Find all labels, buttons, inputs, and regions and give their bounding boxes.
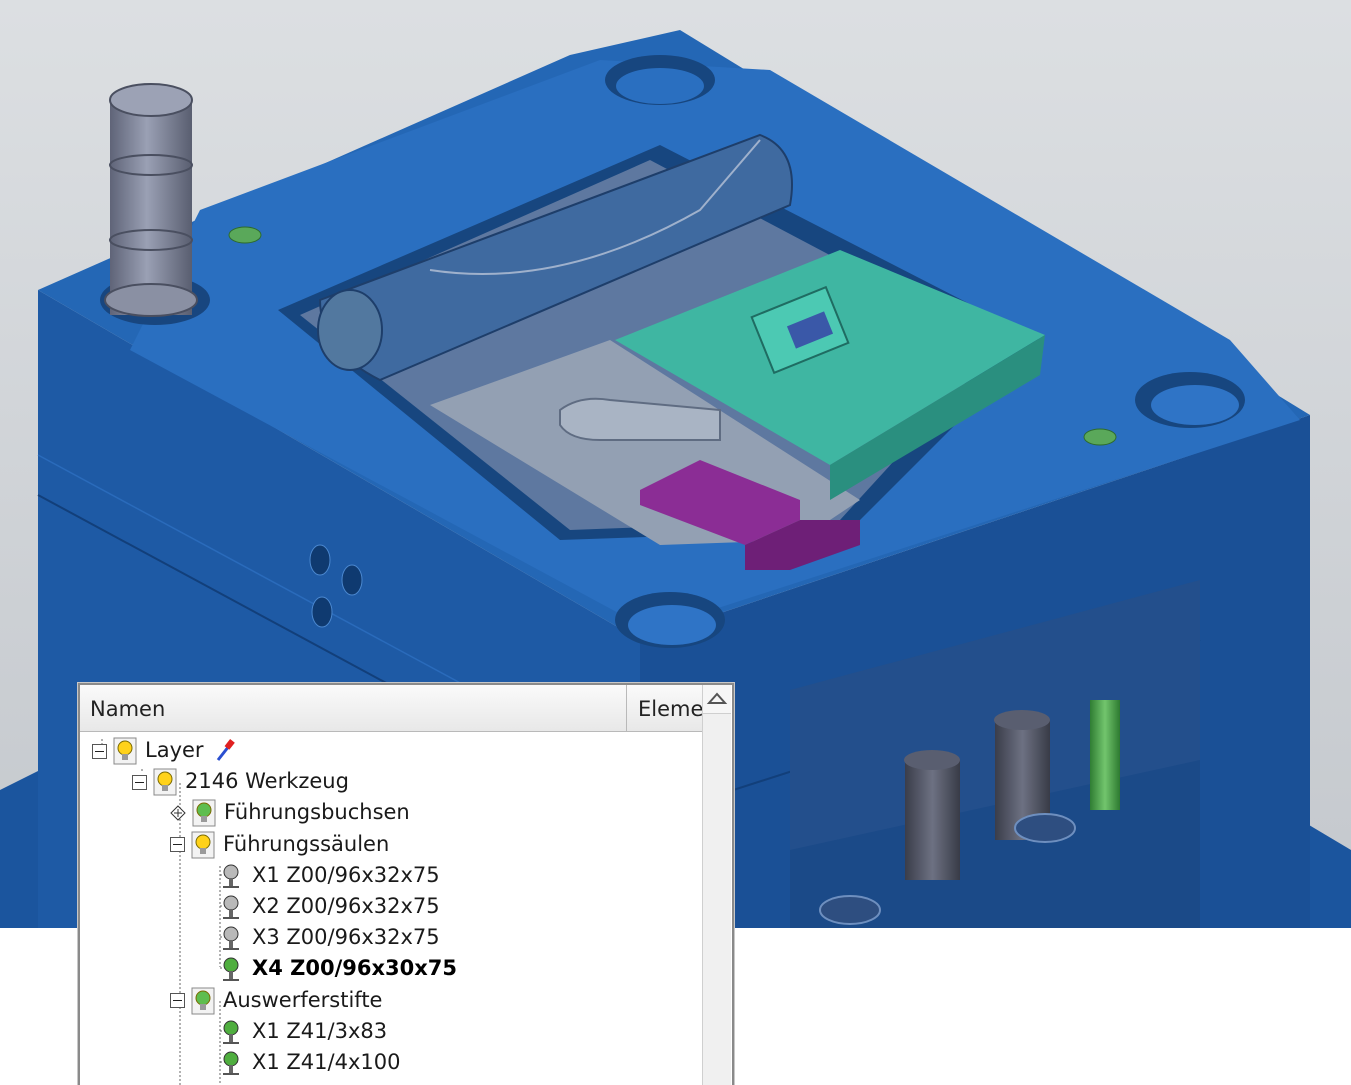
return-pin [1090,700,1120,810]
scroll-up-button[interactable] [703,685,731,714]
layer-tree: Layer 2146 Werkzeug Führungsbuchsen Führung… [80,731,702,1085]
tree-item-label: 2146 Werkzeug [185,769,349,794]
pin-green-icon[interactable] [218,1019,252,1044]
tree-item[interactable]: X3 Z00/96x32x75 [210,922,440,953]
tree-item[interactable]: X2 Z00/96x32x75 [210,891,440,922]
chevron-up-icon [706,692,728,704]
collapse-toggle-icon[interactable] [170,837,185,853]
column-header-elements[interactable]: Eleme [628,685,702,731]
guide-pillar [110,100,192,315]
marker-dot [1083,428,1117,446]
pin-gray-icon[interactable] [218,894,252,919]
collapse-toggle-icon[interactable] [170,993,185,1009]
collapse-toggle-icon[interactable] [92,743,107,759]
tree-item[interactable]: Führungssäulen [170,829,389,860]
bulb-green-icon[interactable] [191,987,223,1015]
pin-green-icon[interactable] [218,956,252,982]
tree-item[interactable]: X1 Z41/3x83 [210,1016,387,1047]
tree-item-label: Layer [145,738,204,762]
tree-item[interactable]: 2146 Werkzeug [132,766,349,797]
tree-item-label: X1 Z41/3x83 [252,1018,388,1043]
ejector-rod [905,760,960,880]
pipette-icon[interactable] [204,738,236,762]
pin-gray-icon[interactable] [218,863,252,888]
tree-item-label: X1 Z41/4x100 [252,1050,401,1074]
tree-item-label: Führungssäulen [223,831,390,856]
tree-item[interactable]: X1 Z00/96x32x75 [210,860,440,891]
marker-dot [228,226,262,244]
tree-item-label: Auswerferstifte [223,987,383,1012]
tree-item-label: X4 Z00/96x30x75 [252,956,457,981]
bulb-yellow-icon[interactable] [153,768,185,796]
vertical-scrollbar[interactable] [702,685,731,1085]
tree-header: Namen Eleme [80,685,702,732]
tree-item-label: X1 Z00/96x32x75 [252,862,440,887]
collapse-toggle-icon[interactable] [132,774,147,790]
bulb-yellow-icon[interactable] [113,737,145,765]
tree-item[interactable]: X4 Z00/96x30x75 [210,953,457,984]
bulb-green-icon[interactable] [192,799,224,827]
pin-gray-icon[interactable] [218,925,252,951]
tree-item-label: X2 Z00/96x32x75 [252,894,440,918]
pin-green-icon[interactable] [218,1050,252,1075]
tree-item-label: X3 Z00/96x32x75 [252,925,440,950]
clamp-plate-left [0,770,40,928]
expand-diamond-icon[interactable] [170,800,192,824]
tree-item[interactable]: Layer [92,735,236,766]
tree-item[interactable]: Führungsbuchsen [170,797,410,828]
layer-tree-panel: Namen Eleme Layer 2146 Werkzeug Führungs… [78,683,734,1085]
column-header-names[interactable]: Namen [90,685,627,731]
tree-item[interactable]: Auswerferstifte [170,985,382,1016]
tree-item[interactable]: X1 Z41/4x100 [210,1047,400,1078]
bulb-yellow-icon[interactable] [191,831,223,859]
tree-item-label: Führungsbuchsen [224,800,410,825]
